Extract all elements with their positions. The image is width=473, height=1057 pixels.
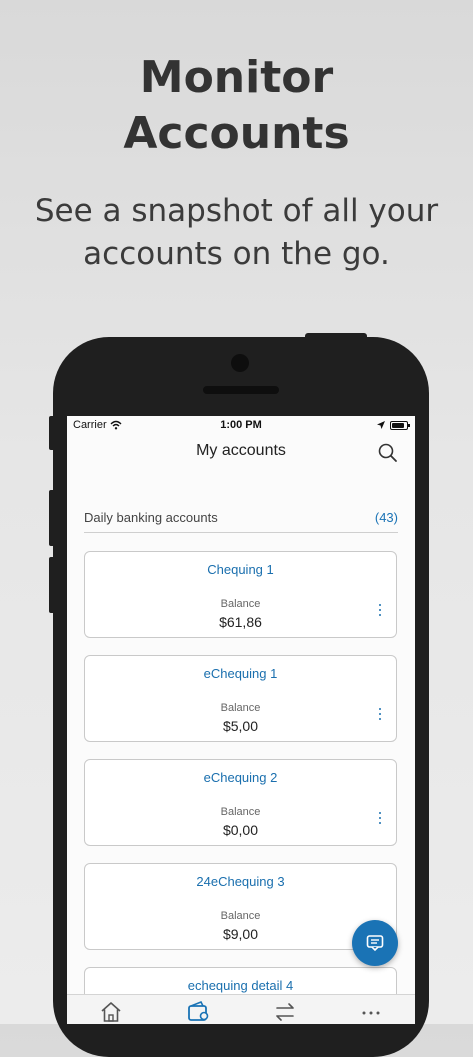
- page-title: My accounts: [196, 442, 286, 459]
- location-arrow-icon: [377, 421, 385, 429]
- more-vertical-icon[interactable]: [377, 604, 383, 620]
- more-vertical-icon[interactable]: [377, 708, 383, 724]
- balance-value: $0,00: [222, 822, 259, 838]
- balance-label: Balance: [220, 598, 261, 610]
- phone-camera: [231, 354, 249, 372]
- account-name[interactable]: eChequing 1: [85, 666, 396, 681]
- section-count: (43): [374, 510, 398, 525]
- section-label: Daily banking accounts: [84, 510, 218, 525]
- headline-subtitle: See a snapshot of all your accounts on t…: [0, 190, 473, 276]
- account-card[interactable]: eChequing 2 Balance $0,00: [84, 759, 397, 846]
- phone-screen: Carrier 1:00 PM My accounts Daily bankin…: [67, 416, 415, 1024]
- tab-bar: [67, 994, 415, 1024]
- headline-subtitle-line1: See a snapshot of all your: [34, 193, 439, 229]
- account-name[interactable]: Chequing 1: [85, 562, 396, 577]
- balance-value: $61,86: [219, 614, 262, 630]
- home-icon[interactable]: [98, 999, 124, 1024]
- more-vertical-icon[interactable]: [377, 812, 383, 828]
- transfer-icon[interactable]: [272, 999, 298, 1024]
- balance-label: Balance: [220, 702, 261, 714]
- account-name[interactable]: eChequing 2: [85, 770, 396, 785]
- headline-title: Monitor Accounts: [0, 50, 473, 162]
- account-card[interactable]: eChequing 1 Balance $5,00: [84, 655, 397, 742]
- account-name[interactable]: echequing detail 4: [85, 978, 396, 993]
- headline-title-line2: Accounts: [123, 108, 350, 159]
- section-header-daily-banking[interactable]: Daily banking accounts (43): [84, 508, 398, 533]
- balance-value: $5,00: [222, 718, 259, 734]
- more-icon[interactable]: [358, 999, 384, 1024]
- chat-icon: [366, 935, 384, 952]
- balance-value: $9,00: [222, 926, 259, 942]
- phone-speaker: [203, 386, 279, 394]
- headline-subtitle-line2: accounts on the go.: [83, 236, 390, 272]
- account-card[interactable]: Chequing 1 Balance $61,86: [84, 551, 397, 638]
- balance-label: Balance: [220, 910, 261, 922]
- search-icon[interactable]: [377, 442, 399, 464]
- account-name[interactable]: 24eChequing 3: [85, 874, 396, 889]
- headline-title-line1: Monitor: [139, 52, 334, 103]
- status-bar: Carrier 1:00 PM: [67, 416, 415, 436]
- status-time: 1:00 PM: [220, 419, 262, 431]
- battery-icon: [390, 421, 410, 430]
- balance-label: Balance: [220, 806, 261, 818]
- chat-button[interactable]: [352, 920, 398, 966]
- wallet-icon[interactable]: [185, 999, 211, 1024]
- account-card[interactable]: 24eChequing 3 Balance $9,00: [84, 863, 397, 950]
